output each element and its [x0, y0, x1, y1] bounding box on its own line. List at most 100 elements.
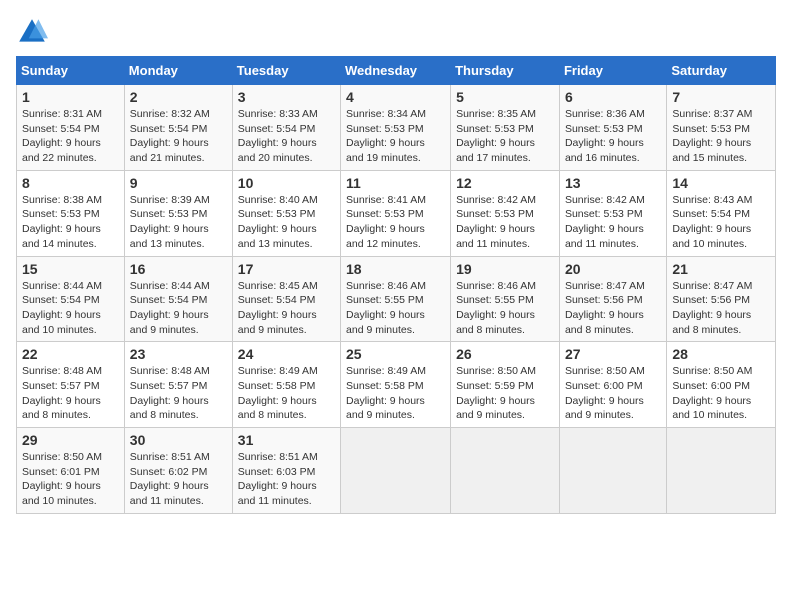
- day-info: Sunrise: 8:37 AM Sunset: 5:53 PM Dayligh…: [672, 107, 770, 166]
- calendar-cell: 1 Sunrise: 8:31 AM Sunset: 5:54 PM Dayli…: [17, 85, 125, 171]
- day-number: 20: [565, 261, 661, 277]
- day-info: Sunrise: 8:32 AM Sunset: 5:54 PM Dayligh…: [130, 107, 227, 166]
- day-number: 18: [346, 261, 445, 277]
- day-info: Sunrise: 8:51 AM Sunset: 6:02 PM Dayligh…: [130, 450, 227, 509]
- day-number: 1: [22, 89, 119, 105]
- day-number: 21: [672, 261, 770, 277]
- week-row-3: 15 Sunrise: 8:44 AM Sunset: 5:54 PM Dayl…: [17, 256, 776, 342]
- day-number: 30: [130, 432, 227, 448]
- calendar-cell: 6 Sunrise: 8:36 AM Sunset: 5:53 PM Dayli…: [559, 85, 666, 171]
- day-info: Sunrise: 8:47 AM Sunset: 5:56 PM Dayligh…: [672, 279, 770, 338]
- day-info: Sunrise: 8:31 AM Sunset: 5:54 PM Dayligh…: [22, 107, 119, 166]
- day-number: 12: [456, 175, 554, 191]
- calendar-cell: 18 Sunrise: 8:46 AM Sunset: 5:55 PM Dayl…: [341, 256, 451, 342]
- calendar-cell: 17 Sunrise: 8:45 AM Sunset: 5:54 PM Dayl…: [232, 256, 340, 342]
- calendar-cell: 19 Sunrise: 8:46 AM Sunset: 5:55 PM Dayl…: [451, 256, 560, 342]
- weekday-header-row: SundayMondayTuesdayWednesdayThursdayFrid…: [17, 57, 776, 85]
- day-info: Sunrise: 8:33 AM Sunset: 5:54 PM Dayligh…: [238, 107, 335, 166]
- header: [16, 16, 776, 48]
- day-info: Sunrise: 8:44 AM Sunset: 5:54 PM Dayligh…: [22, 279, 119, 338]
- day-info: Sunrise: 8:34 AM Sunset: 5:53 PM Dayligh…: [346, 107, 445, 166]
- logo-icon: [16, 16, 48, 48]
- calendar-cell: 15 Sunrise: 8:44 AM Sunset: 5:54 PM Dayl…: [17, 256, 125, 342]
- calendar-cell: 23 Sunrise: 8:48 AM Sunset: 5:57 PM Dayl…: [124, 342, 232, 428]
- day-info: Sunrise: 8:46 AM Sunset: 5:55 PM Dayligh…: [346, 279, 445, 338]
- day-info: Sunrise: 8:38 AM Sunset: 5:53 PM Dayligh…: [22, 193, 119, 252]
- calendar-cell: 9 Sunrise: 8:39 AM Sunset: 5:53 PM Dayli…: [124, 170, 232, 256]
- calendar-cell: 2 Sunrise: 8:32 AM Sunset: 5:54 PM Dayli…: [124, 85, 232, 171]
- day-number: 25: [346, 346, 445, 362]
- day-info: Sunrise: 8:48 AM Sunset: 5:57 PM Dayligh…: [130, 364, 227, 423]
- day-number: 26: [456, 346, 554, 362]
- day-number: 29: [22, 432, 119, 448]
- day-number: 23: [130, 346, 227, 362]
- calendar-cell: [341, 428, 451, 514]
- calendar-cell: 16 Sunrise: 8:44 AM Sunset: 5:54 PM Dayl…: [124, 256, 232, 342]
- day-info: Sunrise: 8:46 AM Sunset: 5:55 PM Dayligh…: [456, 279, 554, 338]
- day-number: 5: [456, 89, 554, 105]
- day-info: Sunrise: 8:42 AM Sunset: 5:53 PM Dayligh…: [565, 193, 661, 252]
- calendar-cell: 14 Sunrise: 8:43 AM Sunset: 5:54 PM Dayl…: [667, 170, 776, 256]
- calendar-cell: 21 Sunrise: 8:47 AM Sunset: 5:56 PM Dayl…: [667, 256, 776, 342]
- calendar-cell: 10 Sunrise: 8:40 AM Sunset: 5:53 PM Dayl…: [232, 170, 340, 256]
- week-row-2: 8 Sunrise: 8:38 AM Sunset: 5:53 PM Dayli…: [17, 170, 776, 256]
- day-number: 7: [672, 89, 770, 105]
- calendar-table: SundayMondayTuesdayWednesdayThursdayFrid…: [16, 56, 776, 514]
- calendar-cell: 25 Sunrise: 8:49 AM Sunset: 5:58 PM Dayl…: [341, 342, 451, 428]
- day-info: Sunrise: 8:36 AM Sunset: 5:53 PM Dayligh…: [565, 107, 661, 166]
- calendar-cell: 31 Sunrise: 8:51 AM Sunset: 6:03 PM Dayl…: [232, 428, 340, 514]
- calendar-cell: 12 Sunrise: 8:42 AM Sunset: 5:53 PM Dayl…: [451, 170, 560, 256]
- calendar-cell: 29 Sunrise: 8:50 AM Sunset: 6:01 PM Dayl…: [17, 428, 125, 514]
- calendar-cell: 26 Sunrise: 8:50 AM Sunset: 5:59 PM Dayl…: [451, 342, 560, 428]
- day-number: 27: [565, 346, 661, 362]
- day-info: Sunrise: 8:50 AM Sunset: 5:59 PM Dayligh…: [456, 364, 554, 423]
- day-number: 28: [672, 346, 770, 362]
- calendar-cell: 7 Sunrise: 8:37 AM Sunset: 5:53 PM Dayli…: [667, 85, 776, 171]
- calendar-cell: 22 Sunrise: 8:48 AM Sunset: 5:57 PM Dayl…: [17, 342, 125, 428]
- day-info: Sunrise: 8:39 AM Sunset: 5:53 PM Dayligh…: [130, 193, 227, 252]
- calendar-cell: 4 Sunrise: 8:34 AM Sunset: 5:53 PM Dayli…: [341, 85, 451, 171]
- day-number: 9: [130, 175, 227, 191]
- day-number: 11: [346, 175, 445, 191]
- day-number: 13: [565, 175, 661, 191]
- day-number: 31: [238, 432, 335, 448]
- day-number: 4: [346, 89, 445, 105]
- calendar-cell: 11 Sunrise: 8:41 AM Sunset: 5:53 PM Dayl…: [341, 170, 451, 256]
- day-number: 16: [130, 261, 227, 277]
- weekday-header-sunday: Sunday: [17, 57, 125, 85]
- weekday-header-tuesday: Tuesday: [232, 57, 340, 85]
- day-number: 24: [238, 346, 335, 362]
- calendar-cell: 24 Sunrise: 8:49 AM Sunset: 5:58 PM Dayl…: [232, 342, 340, 428]
- logo: [16, 16, 52, 48]
- calendar-cell: [667, 428, 776, 514]
- calendar-cell: 13 Sunrise: 8:42 AM Sunset: 5:53 PM Dayl…: [559, 170, 666, 256]
- day-number: 8: [22, 175, 119, 191]
- calendar-cell: [559, 428, 666, 514]
- day-number: 6: [565, 89, 661, 105]
- day-number: 3: [238, 89, 335, 105]
- day-number: 2: [130, 89, 227, 105]
- day-info: Sunrise: 8:49 AM Sunset: 5:58 PM Dayligh…: [346, 364, 445, 423]
- day-info: Sunrise: 8:42 AM Sunset: 5:53 PM Dayligh…: [456, 193, 554, 252]
- week-row-4: 22 Sunrise: 8:48 AM Sunset: 5:57 PM Dayl…: [17, 342, 776, 428]
- day-info: Sunrise: 8:49 AM Sunset: 5:58 PM Dayligh…: [238, 364, 335, 423]
- weekday-header-thursday: Thursday: [451, 57, 560, 85]
- calendar-cell: 8 Sunrise: 8:38 AM Sunset: 5:53 PM Dayli…: [17, 170, 125, 256]
- day-number: 14: [672, 175, 770, 191]
- day-info: Sunrise: 8:51 AM Sunset: 6:03 PM Dayligh…: [238, 450, 335, 509]
- day-number: 22: [22, 346, 119, 362]
- day-number: 15: [22, 261, 119, 277]
- calendar-cell: 5 Sunrise: 8:35 AM Sunset: 5:53 PM Dayli…: [451, 85, 560, 171]
- day-info: Sunrise: 8:41 AM Sunset: 5:53 PM Dayligh…: [346, 193, 445, 252]
- day-info: Sunrise: 8:40 AM Sunset: 5:53 PM Dayligh…: [238, 193, 335, 252]
- day-info: Sunrise: 8:43 AM Sunset: 5:54 PM Dayligh…: [672, 193, 770, 252]
- day-info: Sunrise: 8:47 AM Sunset: 5:56 PM Dayligh…: [565, 279, 661, 338]
- calendar-cell: 30 Sunrise: 8:51 AM Sunset: 6:02 PM Dayl…: [124, 428, 232, 514]
- day-number: 17: [238, 261, 335, 277]
- day-info: Sunrise: 8:48 AM Sunset: 5:57 PM Dayligh…: [22, 364, 119, 423]
- weekday-header-monday: Monday: [124, 57, 232, 85]
- calendar-cell: 20 Sunrise: 8:47 AM Sunset: 5:56 PM Dayl…: [559, 256, 666, 342]
- calendar-cell: 27 Sunrise: 8:50 AM Sunset: 6:00 PM Dayl…: [559, 342, 666, 428]
- day-info: Sunrise: 8:50 AM Sunset: 6:01 PM Dayligh…: [22, 450, 119, 509]
- day-info: Sunrise: 8:45 AM Sunset: 5:54 PM Dayligh…: [238, 279, 335, 338]
